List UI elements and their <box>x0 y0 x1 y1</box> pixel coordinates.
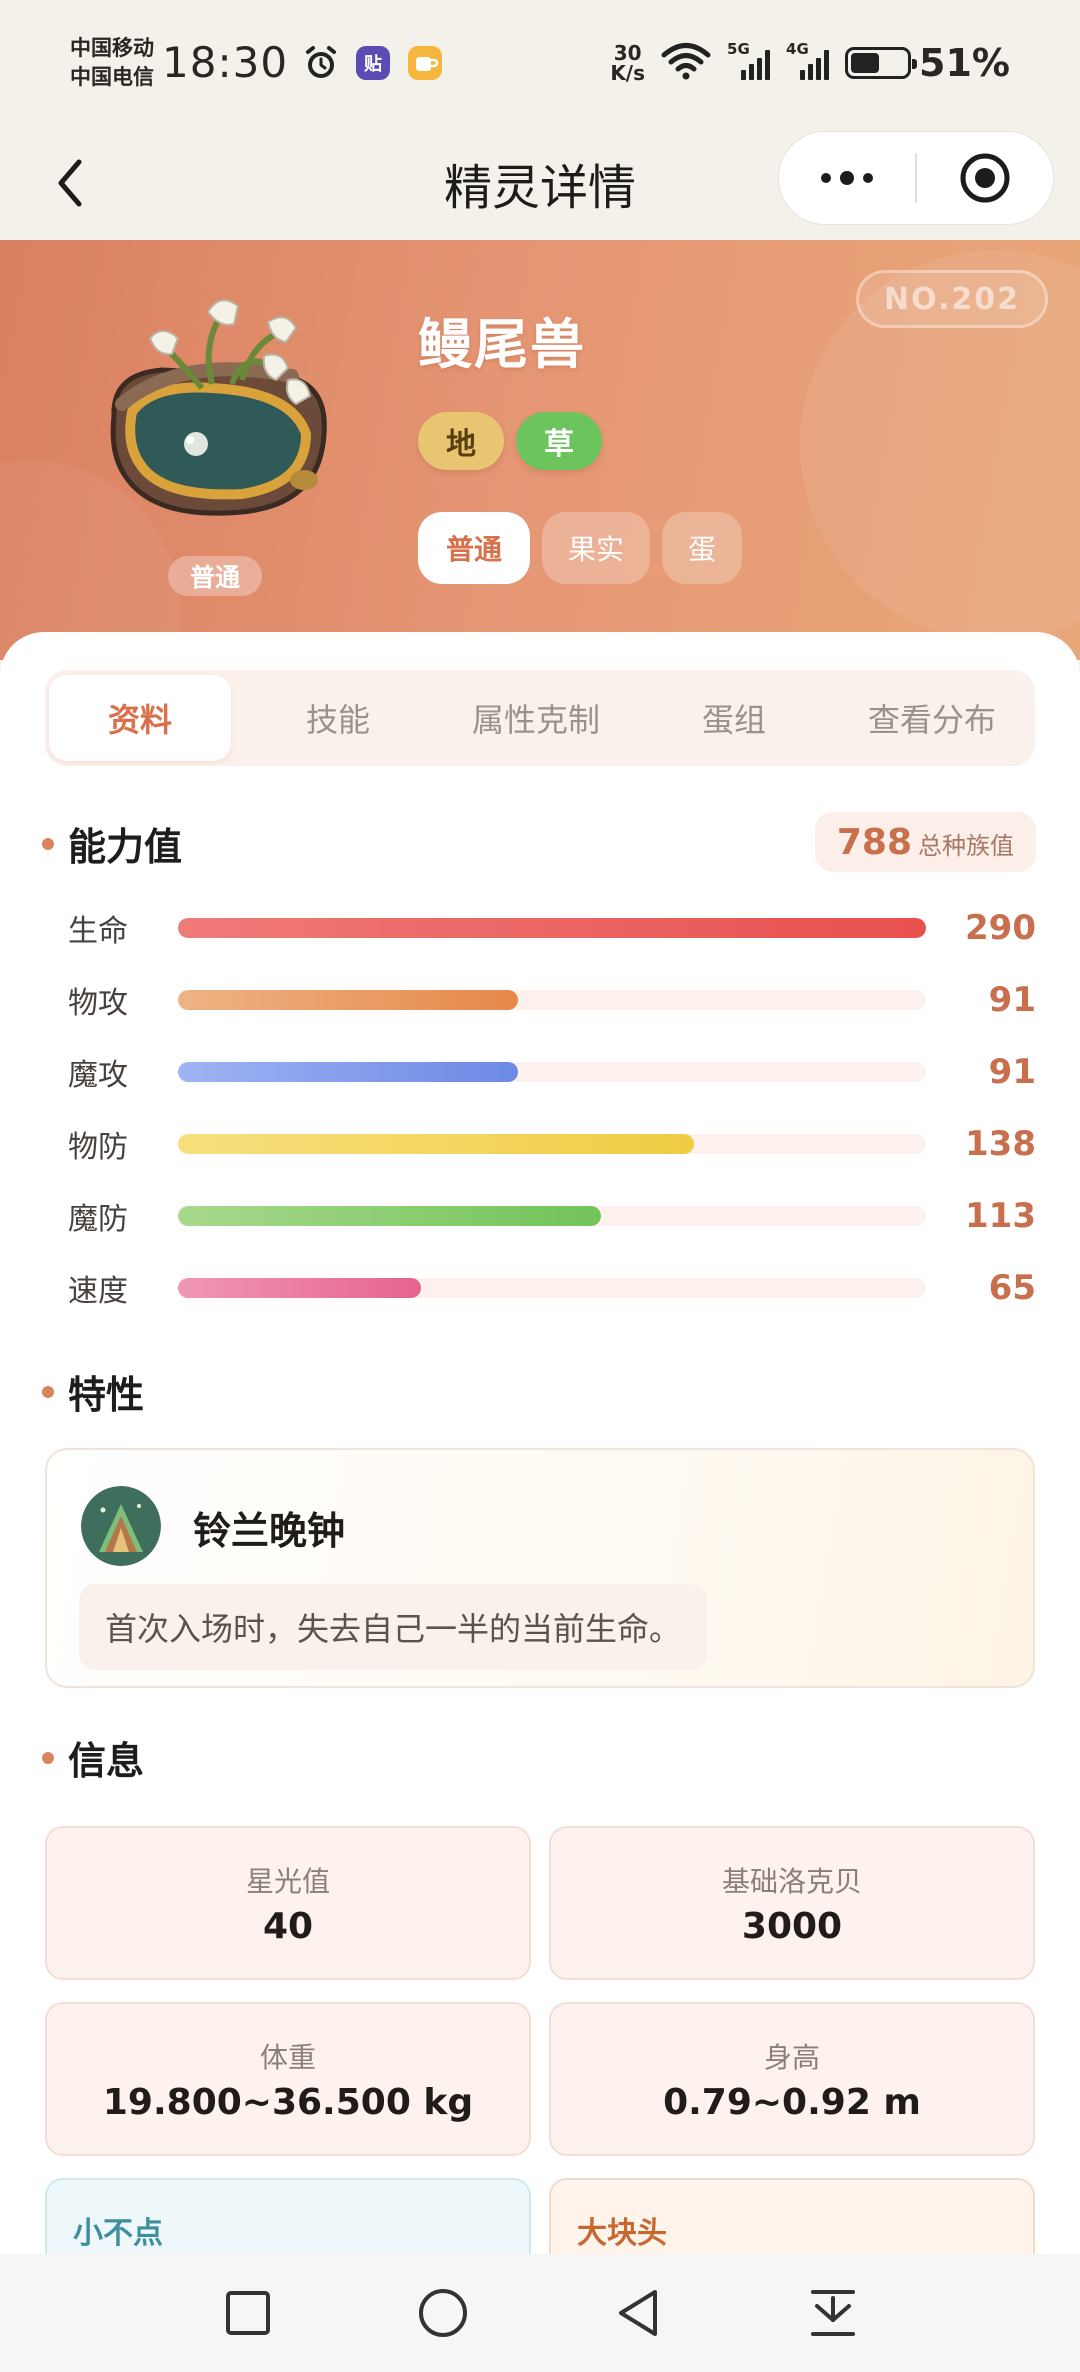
tab-egg-group[interactable]: 蛋组 <box>635 675 833 761</box>
form-tab-egg[interactable]: 蛋 <box>662 512 743 584</box>
tab-skills[interactable]: 技能 <box>239 675 437 761</box>
info-section-title: 信息 <box>42 1730 144 1785</box>
close-miniprogram-button[interactable] <box>917 132 1053 224</box>
pet-hero: 普通 NO.202 鳗尾兽 地 草 普通 果实 蛋 <box>0 240 1080 660</box>
back-arrow-icon <box>58 159 82 207</box>
miniprogram-capsule <box>778 131 1054 225</box>
pet-sprite-image <box>110 299 327 516</box>
type-chip-grass: 草 <box>516 412 602 470</box>
more-dots-icon <box>821 171 873 185</box>
back-button[interactable] <box>40 153 100 213</box>
clock: 18:30 <box>162 38 289 87</box>
trait-card[interactable]: 铃兰晚钟 首次入场时，失去自己一半的当前生命。 <box>45 1448 1035 1688</box>
signal-4g-icon: 4G <box>786 40 830 80</box>
carrier-2: 中国电信 <box>70 64 154 89</box>
status-bar: 中国移动 中国电信 18:30 贴 30 K/s 5G 4G 51% <box>0 0 1080 125</box>
wifi-icon <box>661 42 711 84</box>
tab-type-matchup[interactable]: 属性克制 <box>437 675 635 761</box>
trait-section-title: 特性 <box>42 1364 144 1419</box>
pet-detail-page: 中国移动 中国电信 18:30 贴 30 K/s 5G 4G 51% 精灵详情 … <box>0 0 1080 2372</box>
alarm-icon <box>302 44 340 82</box>
trait-description: 首次入场时，失去自己一半的当前生命。 <box>79 1584 708 1670</box>
cup-app-icon <box>406 44 444 82</box>
signal-5g-icon: 5G <box>727 40 771 80</box>
info-card-base-coins: 基础洛克贝 3000 <box>549 1826 1035 1980</box>
info-card-starlight: 星光值 40 <box>45 1826 531 1980</box>
type-chips: 地 草 <box>418 412 602 470</box>
sticker-app-icon: 贴 <box>354 44 392 82</box>
battery-percent: 51% <box>919 40 1010 85</box>
stats-section-title: 能力值 <box>42 816 182 871</box>
form-tab-fruit[interactable]: 果实 <box>542 512 651 584</box>
net-speed: 30 K/s <box>610 40 646 85</box>
type-chip-ground: 地 <box>418 412 504 470</box>
form-selector: 普通 果实 蛋 <box>418 512 743 584</box>
stat-bar-physical-defense <box>178 1134 695 1154</box>
detail-tabs: 资料 技能 属性克制 蛋组 查看分布 <box>45 670 1035 766</box>
stat-bar-hp <box>178 918 926 938</box>
tab-distribution[interactable]: 查看分布 <box>833 675 1031 761</box>
stat-row-magic-defense: 魔防 113 <box>68 1196 1036 1237</box>
tab-profile[interactable]: 资料 <box>49 675 231 761</box>
total-stat-value: 788 <box>836 822 912 863</box>
stat-bar-speed <box>178 1278 422 1298</box>
pet-name: 鳗尾兽 <box>418 313 586 376</box>
form-tab-normal[interactable]: 普通 <box>418 512 530 584</box>
detail-sheet: 资料 技能 属性克制 蛋组 查看分布 能力值 788 总种族值 生命 290 物… <box>0 632 1080 2312</box>
carrier-1: 中国移动 <box>70 35 154 60</box>
home-button[interactable] <box>403 2273 483 2353</box>
target-close-icon <box>960 153 1010 203</box>
home-circle-icon <box>418 2289 467 2337</box>
back-triangle-icon <box>618 2290 657 2336</box>
info-card-height: 身高 0.79~0.92 m <box>549 2002 1035 2156</box>
page-title: 精灵详情 <box>443 159 636 216</box>
lily-bell-trait-icon <box>81 1486 161 1566</box>
stat-bar-magic-attack <box>178 1062 519 1082</box>
stat-row-hp: 生命 290 <box>68 908 1036 949</box>
trait-name: 铃兰晚钟 <box>193 1509 346 1553</box>
stat-bar-physical-attack <box>178 990 519 1010</box>
notification-pull-icon <box>810 2290 855 2336</box>
info-card-weight: 体重 19.800~36.500 kg <box>45 2002 531 2156</box>
carrier-labels: 中国移动 中国电信 <box>70 34 154 92</box>
stat-row-magic-attack: 魔攻 91 <box>68 1052 1036 1093</box>
stat-row-speed: 速度 65 <box>68 1268 1036 1309</box>
battery-indicator: 51% <box>845 41 1010 85</box>
stat-row-physical-attack: 物攻 91 <box>68 980 1036 1021</box>
total-stat-label: 总种族值 <box>918 832 1014 860</box>
title-bar: 精灵详情 <box>0 125 1080 240</box>
more-button[interactable] <box>779 132 915 224</box>
total-stat-badge: 788 总种族值 <box>814 812 1036 872</box>
stat-row-physical-defense: 物防 138 <box>68 1124 1036 1165</box>
svg-text:贴: 贴 <box>364 53 382 75</box>
battery-icon <box>845 46 918 79</box>
recents-button[interactable] <box>208 2273 288 2353</box>
system-nav-bar <box>0 2254 1080 2372</box>
stat-bar-magic-defense <box>178 1206 601 1226</box>
system-back-button[interactable] <box>598 2273 678 2353</box>
notification-pull-button[interactable] <box>793 2273 873 2353</box>
dex-number: NO.202 <box>856 270 1048 328</box>
form-badge: 普通 <box>168 556 262 596</box>
recents-square-icon <box>225 2291 270 2335</box>
